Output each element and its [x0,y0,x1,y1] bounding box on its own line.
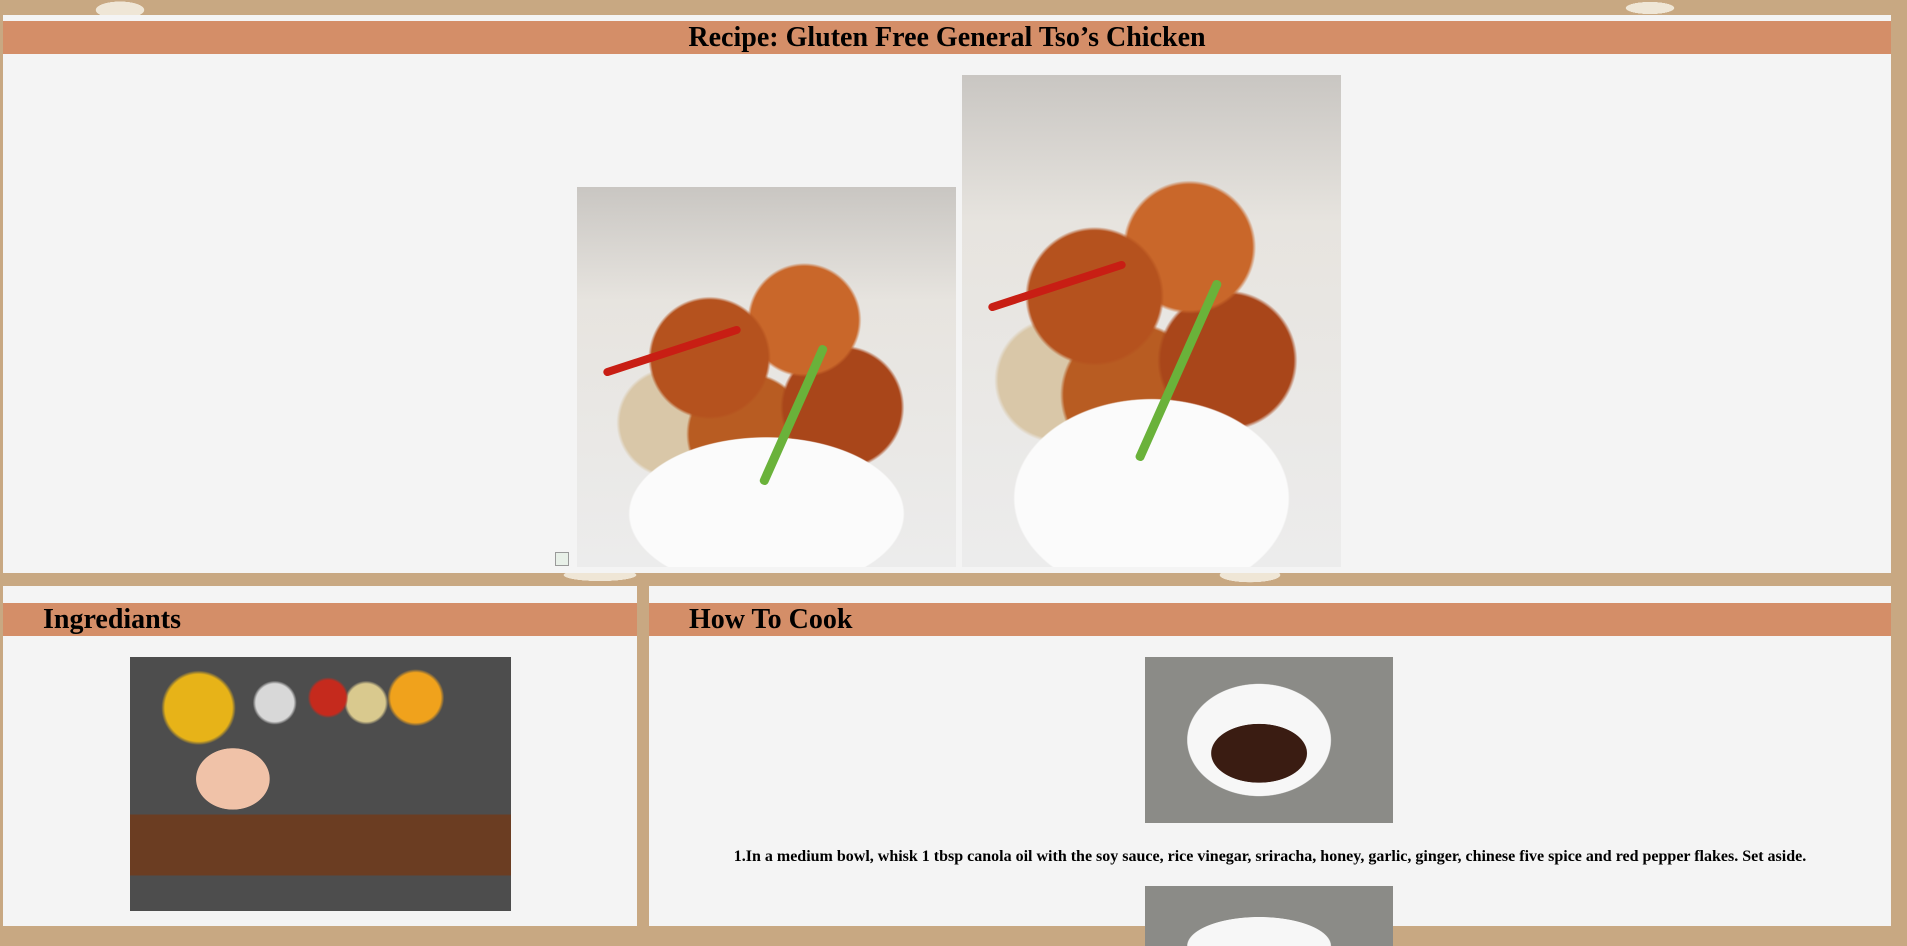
ingredients-panel: Ingrediants [3,586,637,926]
ingredients-heading: Ingrediants [3,603,637,636]
ingredients-photo [130,657,511,911]
step-1-photo [1145,657,1393,823]
chicken-photo-2 [962,75,1341,567]
how-to-cook-heading: How To Cook [649,603,1891,636]
chicken-photo-1 [577,187,956,567]
recipe-header-panel: Recipe: Gluten Free General Tso’s Chicke… [3,15,1891,573]
recipe-title: Recipe: Gluten Free General Tso’s Chicke… [3,21,1891,54]
broken-image-icon [555,552,569,566]
step-1-text: 1.In a medium bowl, whisk 1 tbsp canola … [733,848,1807,865]
how-to-cook-panel: How To Cook 1.In a medium bowl, whisk 1 … [649,586,1891,946]
step-2-photo [1145,886,1393,946]
